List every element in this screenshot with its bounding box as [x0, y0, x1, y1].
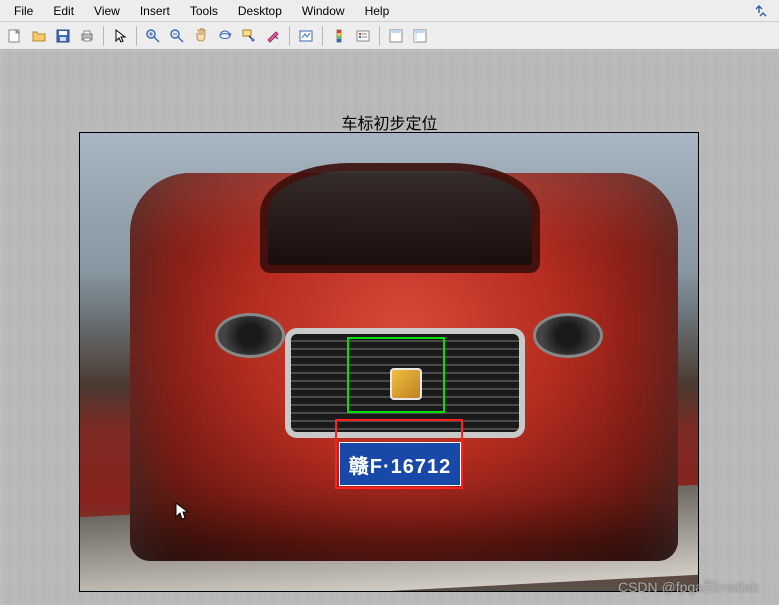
- new-figure-button[interactable]: [4, 25, 26, 47]
- brush-button[interactable]: [262, 25, 284, 47]
- axes-image: 赣F·16712: [79, 132, 699, 592]
- link-data-button[interactable]: [295, 25, 317, 47]
- toolbar: [0, 22, 779, 50]
- windshield-graphic: [260, 163, 540, 273]
- menu-file[interactable]: File: [4, 2, 43, 20]
- figure-title: 车标初步定位: [0, 110, 779, 134]
- toolbar-separator-4: [322, 26, 323, 46]
- print-button[interactable]: [76, 25, 98, 47]
- menu-insert[interactable]: Insert: [130, 2, 180, 20]
- insert-colorbar-button[interactable]: [328, 25, 350, 47]
- dock-icon[interactable]: [753, 3, 769, 19]
- zoom-in-button[interactable]: [142, 25, 164, 47]
- toolbar-separator-2: [136, 26, 137, 46]
- data-cursor-button[interactable]: [238, 25, 260, 47]
- watermark-text: CSDN @fpga和matlab: [618, 577, 759, 597]
- hide-tools-button[interactable]: [385, 25, 407, 47]
- insert-legend-button[interactable]: [352, 25, 374, 47]
- open-button[interactable]: [28, 25, 50, 47]
- toolbar-separator-3: [289, 26, 290, 46]
- menu-view[interactable]: View: [84, 2, 130, 20]
- plate-detection-box: [335, 419, 463, 489]
- menu-tools[interactable]: Tools: [180, 2, 228, 20]
- menu-desktop[interactable]: Desktop: [228, 2, 292, 20]
- menu-bar: File Edit View Insert Tools Desktop Wind…: [0, 0, 779, 22]
- figure-area[interactable]: 车标初步定位 赣F·16712 CSDN @fpga和matlab: [0, 50, 779, 605]
- menu-edit[interactable]: Edit: [43, 2, 84, 20]
- logo-detection-box: [347, 337, 445, 413]
- toolbar-separator-5: [379, 26, 380, 46]
- save-button[interactable]: [52, 25, 74, 47]
- pan-button[interactable]: [190, 25, 212, 47]
- rotate-button[interactable]: [214, 25, 236, 47]
- menu-window[interactable]: Window: [292, 2, 355, 20]
- menu-help[interactable]: Help: [355, 2, 400, 20]
- show-tools-button[interactable]: [409, 25, 431, 47]
- pointer-button[interactable]: [109, 25, 131, 47]
- zoom-out-button[interactable]: [166, 25, 188, 47]
- headlight-left-graphic: [215, 313, 285, 358]
- headlight-right-graphic: [533, 313, 603, 358]
- toolbar-separator-1: [103, 26, 104, 46]
